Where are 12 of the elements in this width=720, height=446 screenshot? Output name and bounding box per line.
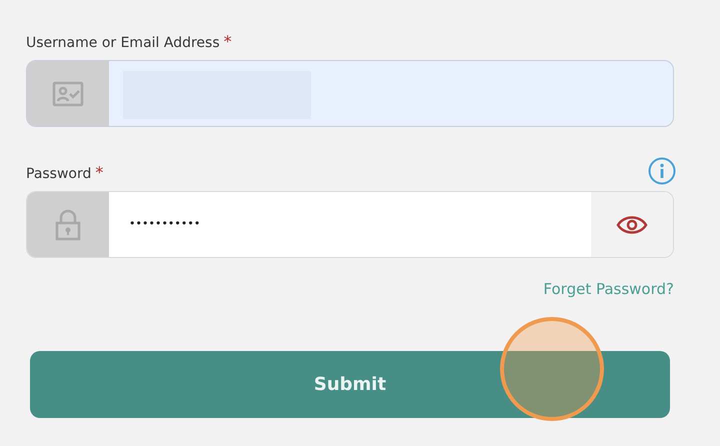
- id-card-icon: [52, 80, 84, 106]
- username-field[interactable]: [26, 60, 674, 127]
- info-icon[interactable]: [648, 157, 676, 185]
- field-label: Password: [26, 166, 92, 182]
- field-label: Username or Email Address: [26, 35, 220, 51]
- required-mark: *: [224, 32, 232, 51]
- password-input[interactable]: •••••••••••: [109, 192, 591, 257]
- eye-icon: [616, 214, 648, 236]
- lock-icon: [55, 208, 81, 240]
- show-password-button[interactable]: [591, 192, 673, 257]
- password-field[interactable]: •••••••••••: [26, 191, 674, 258]
- required-mark: *: [95, 163, 104, 182]
